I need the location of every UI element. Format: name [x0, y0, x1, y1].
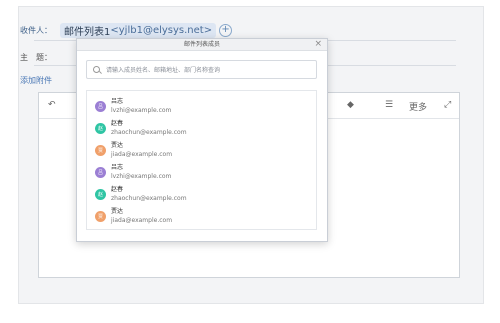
fill-color-icon[interactable]: ◆ [347, 100, 354, 110]
recipient-label: 收件人： [20, 25, 52, 35]
member-name: 赵春 [111, 120, 124, 127]
avatar: 吕 [95, 100, 106, 112]
list-item[interactable]: 贾 贾达 jiada@example.com [95, 140, 172, 160]
modal-title: 邮件列表成员 [183, 41, 220, 48]
search-placeholder: 请输入成员姓名、邮箱地址、部门名称查询 [106, 67, 221, 74]
member-name: 吕志 [111, 164, 124, 171]
subject-row[interactable]: 主 题： [20, 52, 52, 63]
member-email: zhaochun@example.com [111, 195, 187, 202]
member-name: 赵春 [111, 186, 124, 193]
member-email: zhaochun@example.com [111, 129, 187, 136]
member-list-modal: 邮件列表成员 × 请输入成员姓名、邮箱地址、部门名称查询 吕 吕志 lvzhi@e… [76, 38, 328, 242]
undo-icon[interactable]: ↶ [48, 100, 56, 110]
avatar: 赵 [95, 122, 106, 134]
recipient-chip-email: <yjlb1@elysys.net> [110, 24, 213, 36]
close-icon[interactable]: × [314, 39, 322, 50]
avatar: 贾 [95, 144, 106, 156]
add-recipient-icon[interactable]: + [219, 23, 233, 37]
member-search-input[interactable]: 请输入成员姓名、邮箱地址、部门名称查询 [86, 60, 317, 79]
list-icon[interactable]: ☰ [385, 100, 393, 110]
member-email: jiada@example.com [111, 217, 173, 224]
subject-label: 主 题： [20, 53, 52, 62]
attach-link[interactable]: 添加附件 [20, 75, 52, 86]
avatar: 吕 [95, 166, 106, 178]
modal-header: 邮件列表成员 × [77, 39, 327, 51]
search-icon [93, 66, 100, 73]
more-button[interactable]: 更多 [409, 100, 427, 113]
list-item[interactable]: 赵 赵春 zhaochun@example.com [95, 118, 187, 138]
member-name: 贾达 [111, 142, 124, 149]
member-list: 吕 吕志 lvzhi@example.com 赵 赵春 zhaochun@examp… [86, 90, 317, 230]
expand-icon[interactable]: ⤢ [444, 100, 451, 110]
list-item[interactable]: 吕 吕志 lvzhi@example.com [95, 96, 171, 116]
recipient-chip[interactable]: 邮件列表1 <yjlb1@elysys.net> [60, 22, 217, 38]
member-name: 贾达 [111, 208, 124, 215]
recipient-chip-name: 邮件列表1 [64, 26, 111, 38]
member-email: jiada@example.com [111, 151, 173, 158]
recipient-row: 收件人： 邮件列表1 <yjlb1@elysys.net> + [20, 22, 233, 38]
list-item[interactable]: 贾 贾达 jiada@example.com [95, 206, 172, 226]
avatar: 赵 [95, 188, 106, 200]
member-name: 吕志 [111, 98, 124, 105]
list-item[interactable]: 吕 吕志 lvzhi@example.com [95, 162, 171, 182]
list-item[interactable]: 赵 赵春 zhaochun@example.com [95, 184, 187, 204]
member-email: lvzhi@example.com [111, 173, 172, 180]
member-email: lvzhi@example.com [111, 107, 172, 114]
avatar: 贾 [95, 210, 106, 222]
